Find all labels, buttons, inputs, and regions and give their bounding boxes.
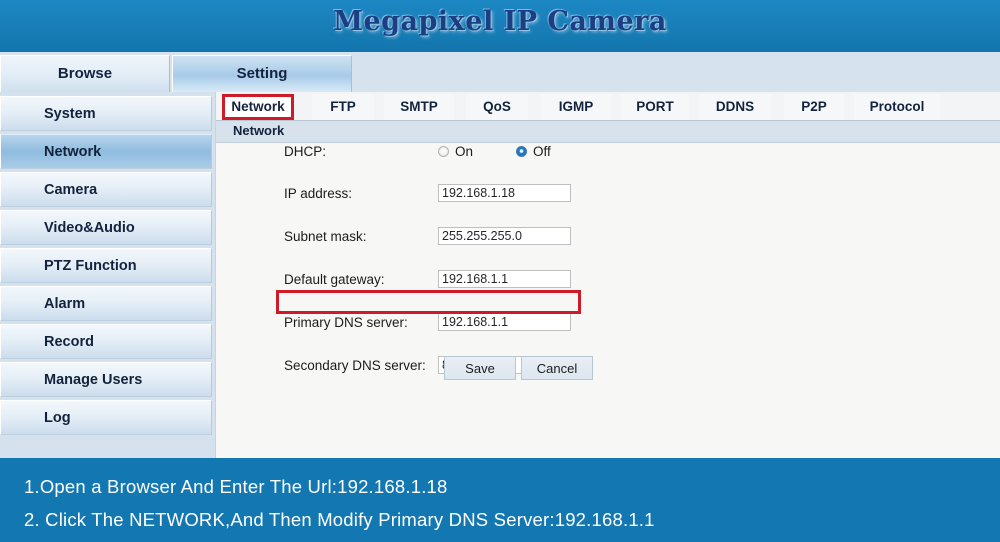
subtab-qos[interactable]: QoS (466, 94, 528, 120)
tab-setting[interactable]: Setting (172, 55, 352, 92)
primary-dns-highlight-box (276, 290, 581, 314)
subtab-network[interactable]: Network (222, 94, 294, 120)
dhcp-radio-off[interactable]: Off (516, 144, 551, 159)
dhcp-radio-on[interactable]: On (438, 144, 473, 159)
subtab-port[interactable]: PORT (621, 94, 689, 120)
subtab-smtp[interactable]: SMTP (384, 94, 454, 120)
form-row-dhcp: DHCP: On Off (216, 142, 1000, 163)
secondary-tab-bar: Network FTP SMTP QoS IGMP PORT DDNS P2P … (216, 92, 1000, 121)
sidebar-item-video-audio[interactable]: Video&Audio (0, 210, 212, 245)
subtab-igmp[interactable]: IGMP (541, 94, 611, 120)
network-settings-form: DHCP: On Off IP address: Subnet mask: (216, 142, 1000, 380)
sidebar-item-network[interactable]: Network (0, 134, 212, 169)
subtab-ddns[interactable]: DDNS (699, 94, 771, 120)
default-gateway-label: Default gateway: (284, 272, 385, 287)
primary-tab-bar: Browse Setting (0, 52, 1000, 93)
sidebar-item-ptz-function[interactable]: PTZ Function (0, 248, 212, 283)
sidebar-item-manage-users[interactable]: Manage Users (0, 362, 212, 397)
subnet-mask-input[interactable] (438, 227, 571, 245)
section-header: Network (216, 121, 1000, 143)
save-button[interactable]: Save (444, 356, 516, 380)
dhcp-on-label: On (455, 144, 474, 159)
primary-dns-input[interactable] (438, 313, 571, 331)
form-row-ip-address: IP address: (216, 184, 1000, 205)
sidebar-item-log[interactable]: Log (0, 400, 212, 435)
subtab-ftp[interactable]: FTP (312, 94, 374, 120)
tab-browse[interactable]: Browse (0, 55, 170, 92)
instruction-banner: 1.Open a Browser And Enter The Url:192.1… (0, 458, 1000, 542)
sidebar-item-camera[interactable]: Camera (0, 172, 212, 207)
sidebar-item-record[interactable]: Record (0, 324, 212, 359)
page-header: Megapixel IP Camera (0, 0, 1000, 52)
section-title: Network (233, 123, 285, 138)
ip-camera-settings-page: Megapixel IP Camera Browse Setting Syste… (0, 0, 1000, 542)
form-row-primary-dns: Primary DNS server: (216, 313, 1000, 334)
subnet-mask-label: Subnet mask: (284, 229, 367, 244)
sidebar-menu: System Network Camera Video&Audio PTZ Fu… (0, 92, 216, 458)
sidebar-item-system[interactable]: System (0, 96, 212, 131)
radio-checked-icon (516, 146, 527, 157)
ip-address-input[interactable] (438, 184, 571, 202)
sidebar-item-alarm[interactable]: Alarm (0, 286, 212, 321)
default-gateway-input[interactable] (438, 270, 571, 288)
content-panel: Network FTP SMTP QoS IGMP PORT DDNS P2P … (216, 92, 1000, 458)
primary-dns-label: Primary DNS server: (284, 315, 408, 330)
instruction-line-1: 1.Open a Browser And Enter The Url:192.1… (24, 476, 448, 497)
form-row-default-gateway: Default gateway: (216, 270, 1000, 291)
subtab-p2p[interactable]: P2P (784, 94, 844, 120)
dhcp-off-label: Off (533, 144, 551, 159)
radio-unchecked-icon (438, 146, 449, 157)
cancel-button[interactable]: Cancel (521, 356, 593, 380)
ip-address-label: IP address: (284, 186, 353, 201)
form-row-subnet-mask: Subnet mask: (216, 227, 1000, 248)
subtab-protocol[interactable]: Protocol (854, 94, 940, 120)
page-title: Megapixel IP Camera (333, 6, 667, 37)
dhcp-label: DHCP: (284, 144, 327, 159)
form-action-row: Save Cancel (216, 356, 1000, 382)
instruction-line-2: 2. Click The NETWORK,And Then Modify Pri… (24, 509, 655, 530)
